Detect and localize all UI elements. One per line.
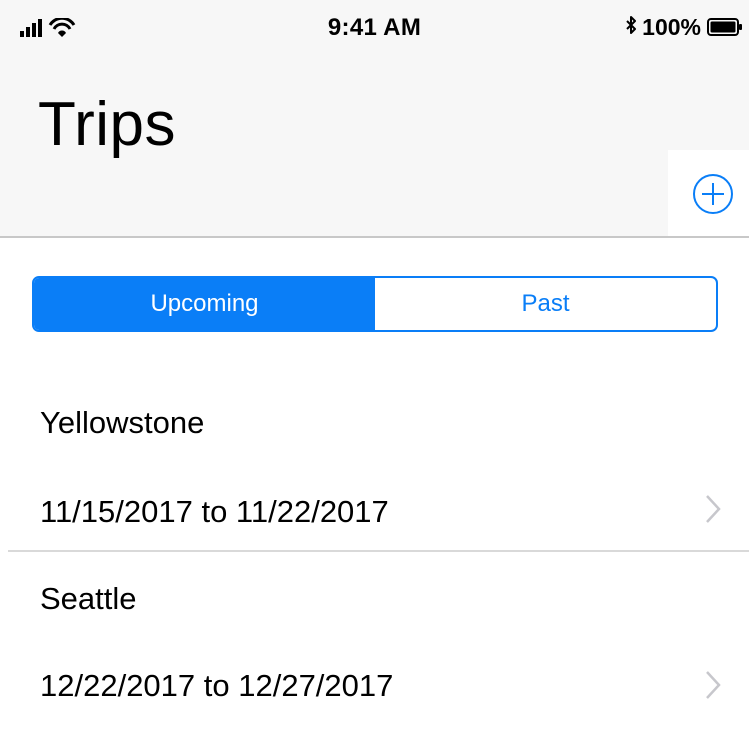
trip-row[interactable]: Seattle 12/22/2017 to 12/27/2017	[0, 554, 749, 730]
plus-circle-icon[interactable]	[692, 173, 734, 215]
trip-name: Yellowstone	[40, 405, 205, 440]
row-divider	[8, 550, 749, 552]
trip-name: Seattle	[40, 581, 137, 616]
trip-row[interactable]: Yellowstone 11/15/2017 to 11/22/2017	[0, 380, 749, 556]
trip-dates: 11/15/2017 to 11/22/2017	[40, 494, 389, 529]
trip-dates: 12/22/2017 to 12/27/2017	[40, 668, 394, 703]
bluetooth-icon	[626, 16, 637, 34]
status-bar: 9:41 AM 100%	[0, 0, 749, 56]
battery-percentage: 100%	[642, 13, 701, 40]
segment-upcoming[interactable]: Upcoming	[34, 278, 375, 330]
battery-status: 100%	[624, 13, 743, 41]
page-title: Trips	[38, 90, 176, 159]
chevron-right-icon	[706, 495, 721, 523]
battery-icon	[707, 18, 742, 36]
trips-segmented-control: Upcoming Past	[32, 276, 718, 332]
chevron-right-icon	[706, 671, 721, 699]
segment-past[interactable]: Past	[375, 278, 716, 330]
